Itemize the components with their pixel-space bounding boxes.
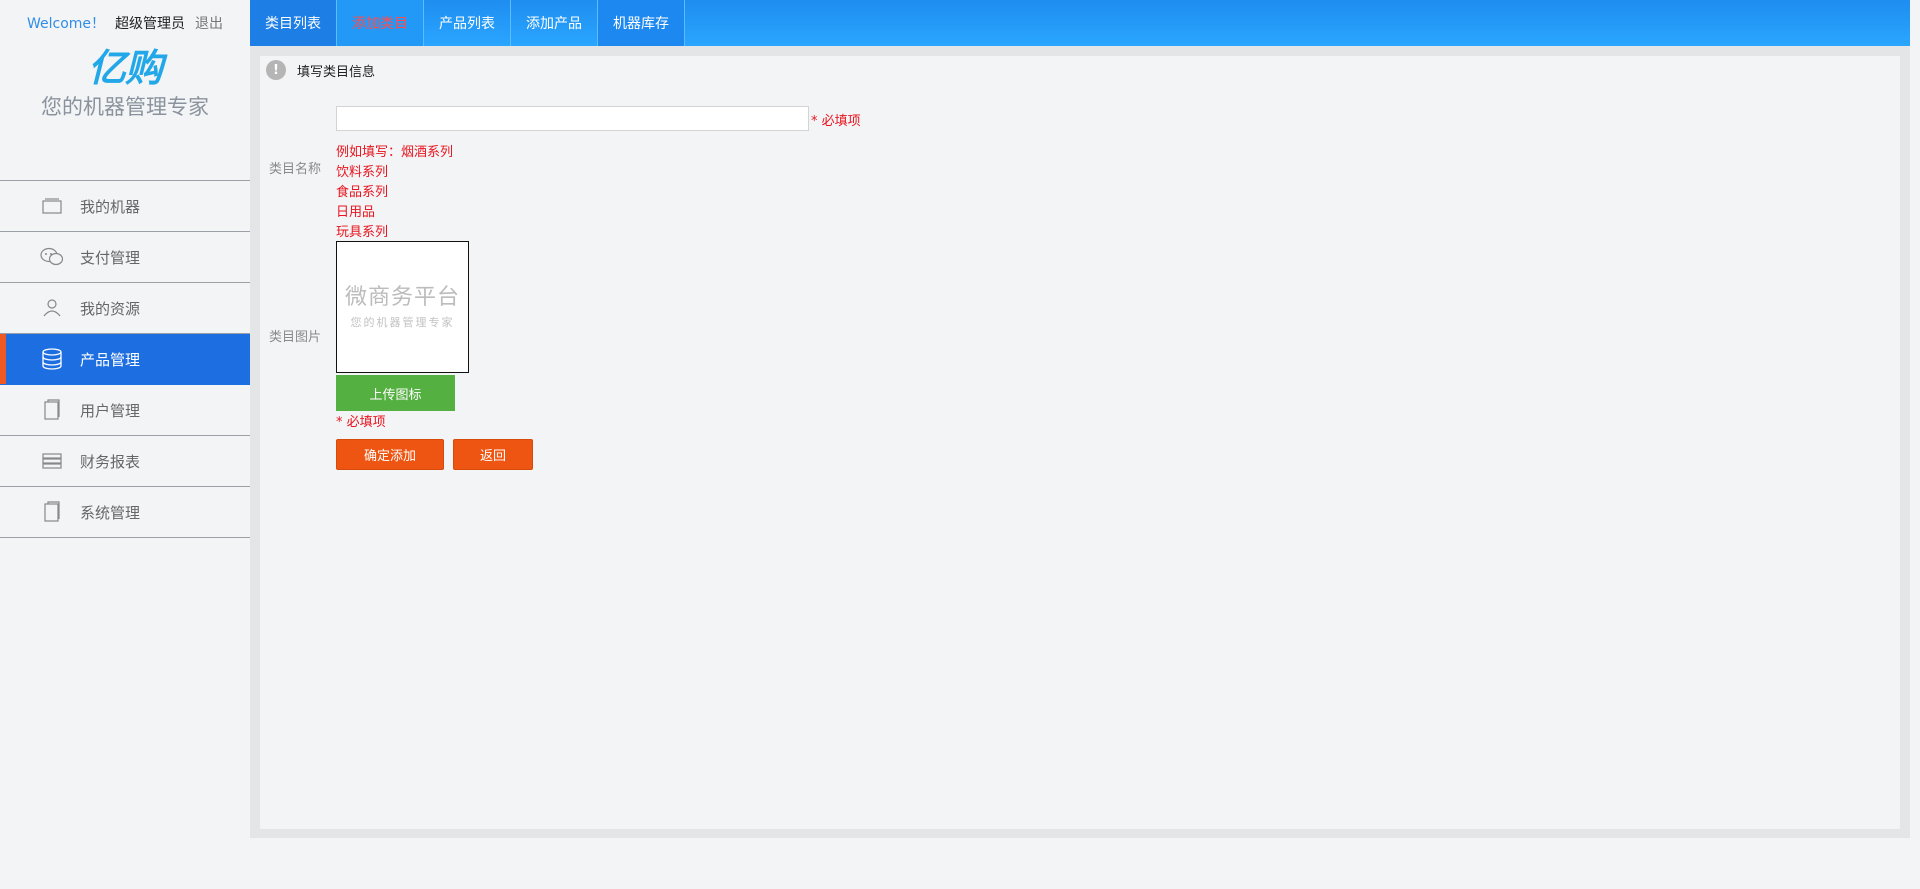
sidebar-item-label: 系统管理 xyxy=(80,503,141,522)
welcome-text: Welcome！ xyxy=(26,15,106,32)
sidebar-item-label: 我的机器 xyxy=(80,197,141,216)
sidebar-item-label: 财务报表 xyxy=(80,452,141,471)
back-button[interactable]: 返回 xyxy=(453,439,533,470)
section-header: ! 填写类目信息 xyxy=(266,60,375,80)
name-hint: 例如填写：烟酒系列 饮料系列 食品系列 日用品 玩具系列 xyxy=(336,143,453,243)
list-icon xyxy=(40,450,64,472)
welcome-row: Welcome！ 超级管理员 退出 xyxy=(0,0,250,45)
sidebar-item-label: 产品管理 xyxy=(80,350,141,369)
top-tab-bar: 类目列表 添加类目 产品列表 添加产品 机器库存 xyxy=(250,0,1910,46)
category-name-label: 类目名称 xyxy=(269,162,322,177)
section-title: 填写类目信息 xyxy=(297,64,376,80)
brand: 亿购 您的机器管理专家 xyxy=(0,47,250,121)
sidebar-item-my-machines[interactable]: 我的机器 xyxy=(0,181,250,232)
tab-add-product[interactable]: 添加产品 xyxy=(511,0,598,46)
machine-icon xyxy=(40,195,64,217)
tab-add-category[interactable]: 添加类目 xyxy=(337,0,424,46)
hint-line: 饮料系列 xyxy=(336,165,389,180)
brand-tagline: 您的机器管理专家 xyxy=(41,95,209,119)
document-icon xyxy=(40,501,64,523)
tab-product-list[interactable]: 产品列表 xyxy=(424,0,511,46)
confirm-add-button[interactable]: 确定添加 xyxy=(336,439,444,470)
content-frame: ! 填写类目信息 类目名称 * 必填项 例如填写：烟酒系列 饮料系列 食品系列 … xyxy=(250,46,1910,838)
sidebar-item-payment[interactable]: 支付管理 xyxy=(0,232,250,283)
name-required-note: * 必填项 xyxy=(811,114,861,129)
image-required-note: * 必填项 xyxy=(336,415,386,430)
document-icon xyxy=(40,399,64,421)
sidebar-item-label: 支付管理 xyxy=(80,248,141,267)
watermark-title: 微商务平台 xyxy=(344,285,460,310)
tab-machine-stock[interactable]: 机器库存 xyxy=(598,0,685,46)
sidebar: Welcome！ 超级管理员 退出 亿购 您的机器管理专家 我的机器 支付管理 … xyxy=(0,0,250,889)
category-image-label: 类目图片 xyxy=(269,330,322,345)
sidebar-item-label: 用户管理 xyxy=(80,401,141,420)
wechat-icon xyxy=(40,246,64,268)
logout-link[interactable]: 退出 xyxy=(195,13,223,33)
sidebar-item-finance[interactable]: 财务报表 xyxy=(0,436,250,487)
hint-line: 玩具系列 xyxy=(336,225,389,240)
form-panel: ! 填写类目信息 类目名称 * 必填项 例如填写：烟酒系列 饮料系列 食品系列 … xyxy=(260,56,1900,829)
upload-icon-button[interactable]: 上传图标 xyxy=(336,375,455,411)
sidebar-item-users[interactable]: 用户管理 xyxy=(0,385,250,436)
hint-line: 食品系列 xyxy=(336,185,389,200)
user-icon xyxy=(40,297,64,319)
sidebar-item-label: 我的资源 xyxy=(80,299,141,318)
current-user: 超级管理员 xyxy=(115,15,186,32)
info-icon: ! xyxy=(266,60,286,80)
database-icon xyxy=(40,348,64,370)
hint-line: 例如填写：烟酒系列 xyxy=(336,145,454,160)
brand-logo: 亿购 xyxy=(87,46,163,90)
sidebar-nav: 我的机器 支付管理 我的资源 产品管理 用户管理 财务报表 系统管理 xyxy=(0,180,250,538)
sidebar-item-resources[interactable]: 我的资源 xyxy=(0,283,250,334)
sidebar-item-system[interactable]: 系统管理 xyxy=(0,487,250,538)
sidebar-item-products[interactable]: 产品管理 xyxy=(0,334,250,385)
category-image-preview: 微商务平台 您的机器管理专家 xyxy=(336,241,469,373)
hint-line: 日用品 xyxy=(336,205,376,220)
watermark-subtitle: 您的机器管理专家 xyxy=(350,316,455,329)
tab-category-list[interactable]: 类目列表 xyxy=(250,0,337,46)
category-name-input[interactable] xyxy=(336,106,809,131)
